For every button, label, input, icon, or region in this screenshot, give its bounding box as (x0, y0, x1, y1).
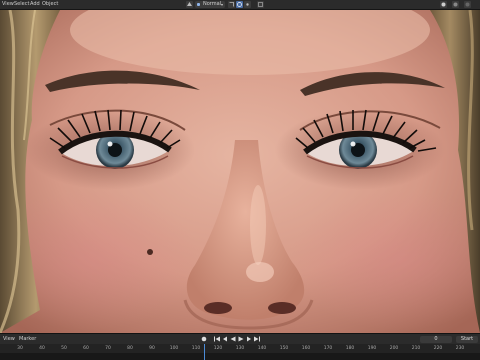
timeline-ruler[interactable]: 30 40 50 60 70 80 90 100 110 120 130 140… (0, 344, 480, 353)
ruler-tick: 50 (61, 346, 67, 351)
jump-start-icon[interactable] (214, 336, 220, 342)
face-render (0, 10, 480, 333)
material-preview-icon[interactable] (452, 1, 459, 8)
viewport-header: View Select Add Object Normal ▾ (0, 0, 480, 10)
shading-mode-dropdown[interactable]: Normal ▾ (195, 1, 225, 8)
jump-end-icon[interactable] (254, 336, 260, 342)
shading-mode-label: Normal (203, 1, 222, 7)
menu-view[interactable]: View (2, 0, 14, 9)
start-frame-label: Start (460, 336, 474, 342)
ruler-tick: 210 (411, 346, 421, 351)
snap-icon[interactable] (228, 1, 235, 8)
chevron-down-icon: ▾ (220, 2, 223, 7)
ruler-tick: 190 (367, 346, 377, 351)
start-frame-field[interactable]: Start (456, 336, 478, 343)
overlay-icon[interactable] (244, 1, 251, 8)
ruler-tick: 90 (149, 346, 155, 351)
ruler-tick: 30 (17, 346, 23, 351)
ruler-tick: 120 (213, 346, 223, 351)
proportional-edit-icon[interactable] (236, 1, 243, 8)
current-frame-value: 0 (434, 336, 438, 342)
prev-key-icon[interactable] (222, 336, 228, 342)
xray-icon[interactable] (257, 1, 264, 8)
rendered-shading-icon[interactable] (464, 1, 471, 8)
ruler-tick: 180 (345, 346, 355, 351)
viewport-shading-icon[interactable] (440, 1, 447, 8)
ruler-tick: 60 (83, 346, 89, 351)
timeline-tracks[interactable] (0, 353, 480, 360)
ruler-tick: 150 (279, 346, 289, 351)
ruler-tick: 200 (389, 346, 399, 351)
menu-add[interactable]: Add (30, 0, 40, 9)
ruler-tick: 80 (127, 346, 133, 351)
play-icon[interactable] (238, 336, 244, 342)
menu-object[interactable]: Object (42, 0, 58, 9)
ruler-tick: 160 (301, 346, 311, 351)
current-frame-field[interactable]: 0 (420, 336, 452, 343)
next-key-icon[interactable] (246, 336, 252, 342)
ruler-tick: 70 (105, 346, 111, 351)
mole (147, 249, 153, 255)
normal-icon (197, 3, 200, 6)
ruler-tick: 140 (257, 346, 267, 351)
ruler-tick: 40 (39, 346, 45, 351)
ruler-tick: 170 (323, 346, 333, 351)
transform-orientation-icon[interactable] (186, 1, 193, 8)
ruler-tick: 100 (169, 346, 179, 351)
ruler-tick: 130 (235, 346, 245, 351)
play-reverse-icon[interactable] (230, 336, 236, 342)
playhead[interactable] (204, 344, 205, 360)
ruler-tick: 230 (455, 346, 465, 351)
record-icon[interactable] (201, 336, 207, 342)
3d-viewport[interactable] (0, 10, 480, 333)
menu-select[interactable]: Select (14, 0, 29, 9)
ruler-tick: 220 (433, 346, 443, 351)
ruler-tick: 110 (191, 346, 201, 351)
